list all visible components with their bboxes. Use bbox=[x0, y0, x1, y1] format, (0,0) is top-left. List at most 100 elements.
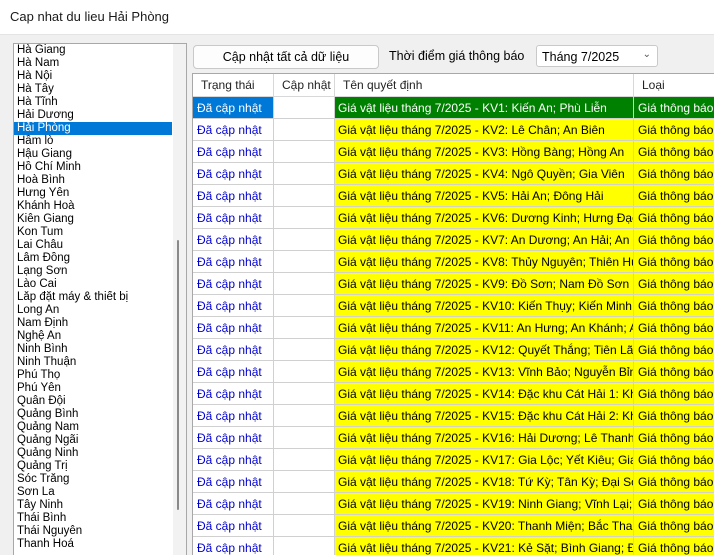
update-cell[interactable] bbox=[274, 493, 335, 515]
province-item[interactable]: Nam Định bbox=[14, 317, 172, 330]
type-cell[interactable]: Giá thông báo bbox=[634, 295, 714, 317]
update-cell[interactable] bbox=[274, 405, 335, 427]
province-item[interactable]: Lắp đặt máy & thiết bị bbox=[14, 291, 172, 304]
update-cell[interactable] bbox=[274, 449, 335, 471]
decision-name-cell[interactable]: Giá vật liệu tháng 7/2025 - KV19: Ninh G… bbox=[335, 493, 634, 515]
type-cell[interactable]: Giá thông báo bbox=[634, 405, 714, 427]
decision-name-cell[interactable]: Giá vật liệu tháng 7/2025 - KV3: Hồng Bà… bbox=[335, 141, 634, 163]
grid-row[interactable]: Đã cập nhật Giá vật liệu tháng 7/2025 - K… bbox=[193, 405, 714, 427]
province-item[interactable]: Quảng Bình bbox=[14, 408, 172, 421]
update-cell[interactable] bbox=[274, 119, 335, 141]
update-cell[interactable] bbox=[274, 273, 335, 295]
update-cell[interactable] bbox=[274, 537, 335, 555]
grid-row[interactable]: Đã cập nhật Giá vật liệu tháng 7/2025 - K… bbox=[193, 97, 714, 119]
province-item[interactable]: Quảng Ngãi bbox=[14, 434, 172, 447]
province-item[interactable]: Hà Tĩnh bbox=[14, 96, 172, 109]
province-item[interactable]: Hầm lò bbox=[14, 135, 172, 148]
province-item[interactable]: Hưng Yên bbox=[14, 187, 172, 200]
type-cell[interactable]: Giá thông báo bbox=[634, 383, 714, 405]
province-item[interactable]: Quảng Nam bbox=[14, 421, 172, 434]
province-item[interactable]: Kon Tum bbox=[14, 226, 172, 239]
decision-name-cell[interactable]: Giá vật liệu tháng 7/2025 - KV4: Ngô Quy… bbox=[335, 163, 634, 185]
grid-row[interactable]: Đã cập nhật Giá vật liệu tháng 7/2025 - K… bbox=[193, 273, 714, 295]
grid-row[interactable]: Đã cập nhật Giá vật liệu tháng 7/2025 - K… bbox=[193, 163, 714, 185]
status-cell[interactable]: Đã cập nhật bbox=[193, 119, 274, 141]
column-header-status[interactable]: Trạng thái bbox=[193, 74, 274, 96]
type-cell[interactable]: Giá thông báo bbox=[634, 361, 714, 383]
decision-name-cell[interactable]: Giá vật liệu tháng 7/2025 - KV2: Lê Chân… bbox=[335, 119, 634, 141]
update-cell[interactable] bbox=[274, 141, 335, 163]
type-cell[interactable]: Giá thông báo bbox=[634, 97, 714, 119]
update-cell[interactable] bbox=[274, 471, 335, 493]
grid-row[interactable]: Đã cập nhật Giá vật liệu tháng 7/2025 - K… bbox=[193, 251, 714, 273]
decision-name-cell[interactable]: Giá vật liệu tháng 7/2025 - KV5: Hải An;… bbox=[335, 185, 634, 207]
column-header-type[interactable]: Loại bbox=[634, 74, 714, 96]
update-cell[interactable] bbox=[274, 163, 335, 185]
decision-name-cell[interactable]: Giá vật liệu tháng 7/2025 - KV17: Gia Lộ… bbox=[335, 449, 634, 471]
decision-name-cell[interactable]: Giá vật liệu tháng 7/2025 - KV12: Quyết … bbox=[335, 339, 634, 361]
province-item[interactable]: Hà Nội bbox=[14, 70, 172, 83]
decision-name-cell[interactable]: Giá vật liệu tháng 7/2025 - KV7: An Dươn… bbox=[335, 229, 634, 251]
grid-row[interactable]: Đã cập nhật Giá vật liệu tháng 7/2025 - K… bbox=[193, 339, 714, 361]
grid-row[interactable]: Đã cập nhật Giá vật liệu tháng 7/2025 - K… bbox=[193, 119, 714, 141]
decision-name-cell[interactable]: Giá vật liệu tháng 7/2025 - KV14: Đặc kh… bbox=[335, 383, 634, 405]
province-item[interactable]: Thái Bình bbox=[14, 512, 172, 525]
decision-name-cell[interactable]: Giá vật liệu tháng 7/2025 - KV16: Hải Dư… bbox=[335, 427, 634, 449]
status-cell[interactable]: Đã cập nhật bbox=[193, 251, 274, 273]
province-item[interactable]: Quảng Ninh bbox=[14, 447, 172, 460]
status-cell[interactable]: Đã cập nhật bbox=[193, 515, 274, 537]
province-item[interactable]: Hậu Giang bbox=[14, 148, 172, 161]
status-cell[interactable]: Đã cập nhật bbox=[193, 141, 274, 163]
province-item[interactable]: Quân Đội bbox=[14, 395, 172, 408]
province-item[interactable]: Khánh Hoà bbox=[14, 200, 172, 213]
type-cell[interactable]: Giá thông báo bbox=[634, 515, 714, 537]
update-cell[interactable] bbox=[274, 251, 335, 273]
decision-name-cell[interactable]: Giá vật liệu tháng 7/2025 - KV20: Thanh … bbox=[335, 515, 634, 537]
status-cell[interactable]: Đã cập nhật bbox=[193, 207, 274, 229]
province-item[interactable]: Lai Châu bbox=[14, 239, 172, 252]
type-cell[interactable]: Giá thông báo bbox=[634, 163, 714, 185]
update-all-button[interactable]: Cập nhật tất cả dữ liệu bbox=[193, 45, 379, 69]
province-item[interactable]: Lạng Sơn bbox=[14, 265, 172, 278]
province-item[interactable]: Kiên Giang bbox=[14, 213, 172, 226]
update-cell[interactable] bbox=[274, 361, 335, 383]
scrollbar-thumb[interactable] bbox=[177, 240, 179, 510]
province-item[interactable]: Hà Tây bbox=[14, 83, 172, 96]
decision-name-cell[interactable]: Giá vật liệu tháng 7/2025 - KV18: Tứ Kỳ;… bbox=[335, 471, 634, 493]
update-cell[interactable] bbox=[274, 229, 335, 251]
status-cell[interactable]: Đã cập nhật bbox=[193, 295, 274, 317]
status-cell[interactable]: Đã cập nhật bbox=[193, 427, 274, 449]
type-cell[interactable]: Giá thông báo bbox=[634, 119, 714, 141]
province-item[interactable]: Hải Dương bbox=[14, 109, 172, 122]
update-cell[interactable] bbox=[274, 295, 335, 317]
grid-row[interactable]: Đã cập nhật Giá vật liệu tháng 7/2025 - K… bbox=[193, 141, 714, 163]
province-item[interactable]: Lào Cai bbox=[14, 278, 172, 291]
province-item[interactable]: Phú Thọ bbox=[14, 369, 172, 382]
column-header-update[interactable]: Cập nhật bbox=[274, 74, 335, 96]
status-cell[interactable]: Đã cập nhật bbox=[193, 317, 274, 339]
province-item[interactable]: Quảng Trị bbox=[14, 460, 172, 473]
decision-grid[interactable]: Trạng thái Cập nhật Tên quyết định Loại … bbox=[192, 73, 714, 555]
status-cell[interactable]: Đã cập nhật bbox=[193, 339, 274, 361]
grid-row[interactable]: Đã cập nhật Giá vật liệu tháng 7/2025 - K… bbox=[193, 449, 714, 471]
type-cell[interactable]: Giá thông báo bbox=[634, 185, 714, 207]
province-item[interactable]: Hà Giang bbox=[14, 44, 172, 57]
province-item[interactable]: Hồ Chí Minh bbox=[14, 161, 172, 174]
province-item[interactable]: Thanh Hoá bbox=[14, 538, 172, 551]
update-cell[interactable] bbox=[274, 515, 335, 537]
period-select[interactable]: Tháng 7/2025 ⌄ bbox=[536, 45, 658, 67]
type-cell[interactable]: Giá thông báo bbox=[634, 493, 714, 515]
decision-name-cell[interactable]: Giá vật liệu tháng 7/2025 - KV6: Dương K… bbox=[335, 207, 634, 229]
status-cell[interactable]: Đã cập nhật bbox=[193, 361, 274, 383]
type-cell[interactable]: Giá thông báo bbox=[634, 339, 714, 361]
status-cell[interactable]: Đã cập nhật bbox=[193, 537, 274, 555]
status-cell[interactable]: Đã cập nhật bbox=[193, 471, 274, 493]
province-item[interactable]: Thái Nguyên bbox=[14, 525, 172, 538]
grid-row[interactable]: Đã cập nhật Giá vật liệu tháng 7/2025 - K… bbox=[193, 207, 714, 229]
grid-row[interactable]: Đã cập nhật Giá vật liệu tháng 7/2025 - K… bbox=[193, 493, 714, 515]
update-cell[interactable] bbox=[274, 427, 335, 449]
column-header-name[interactable]: Tên quyết định bbox=[335, 74, 634, 96]
status-cell[interactable]: Đã cập nhật bbox=[193, 405, 274, 427]
province-item[interactable]: Ninh Thuận bbox=[14, 356, 172, 369]
grid-row[interactable]: Đã cập nhật Giá vật liệu tháng 7/2025 - K… bbox=[193, 537, 714, 555]
